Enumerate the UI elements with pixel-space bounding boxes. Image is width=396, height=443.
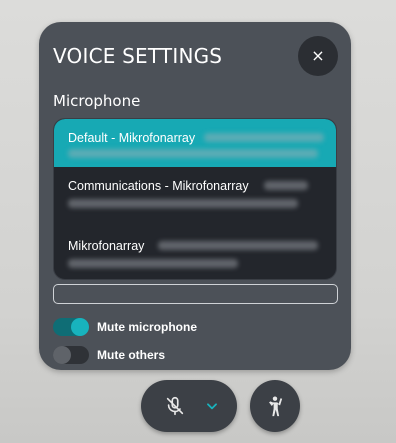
microphone-device-list[interactable]: Default - Mikrofonarray Communications -… xyxy=(53,118,337,280)
device-item-label: Communications - Mikrofonarray xyxy=(68,179,249,193)
mute-microphone-toggle-row[interactable]: Mute microphone xyxy=(53,318,197,336)
close-button[interactable]: × xyxy=(298,36,338,76)
microphone-options-button[interactable] xyxy=(195,380,229,432)
mute-others-toggle-row[interactable]: Mute others xyxy=(53,346,165,364)
switch-knob xyxy=(53,346,71,364)
mute-others-label: Mute others xyxy=(97,348,166,362)
device-item-mikrofonarray[interactable]: Mikrofonarray xyxy=(54,227,336,279)
close-icon: × xyxy=(311,46,325,65)
mute-others-switch[interactable] xyxy=(53,346,89,364)
raise-hand-bar xyxy=(250,380,300,432)
chevron-down-icon xyxy=(207,403,217,410)
device-item-communications[interactable]: Communications - Mikrofonarray xyxy=(54,167,336,227)
mute-microphone-label: Mute microphone xyxy=(97,320,198,334)
device-item-label: Default - Mikrofonarray xyxy=(68,131,196,145)
mute-mic-button[interactable] xyxy=(155,380,195,432)
panel-title: VOICE SETTINGS xyxy=(53,44,223,68)
switch-knob xyxy=(71,318,89,336)
blurred-device-detail xyxy=(68,199,298,208)
microphone-section-label: Microphone xyxy=(53,92,141,110)
blurred-device-detail xyxy=(158,241,318,250)
microphone-muted-icon xyxy=(166,396,184,416)
mute-microphone-switch[interactable] xyxy=(53,318,89,336)
blurred-device-detail xyxy=(204,133,324,142)
blurred-device-detail xyxy=(264,181,308,190)
blurred-device-detail xyxy=(68,149,318,158)
blurred-device-detail xyxy=(68,259,238,268)
raise-hand-button[interactable] xyxy=(250,380,300,432)
voice-settings-panel: VOICE SETTINGS × Microphone Default - Mi… xyxy=(39,22,351,370)
device-name-field[interactable] xyxy=(53,284,338,304)
microphone-control-bar xyxy=(141,380,237,432)
raise-hand-icon xyxy=(269,396,283,417)
device-item-default[interactable]: Default - Mikrofonarray xyxy=(54,119,336,167)
device-item-label: Mikrofonarray xyxy=(68,239,145,253)
